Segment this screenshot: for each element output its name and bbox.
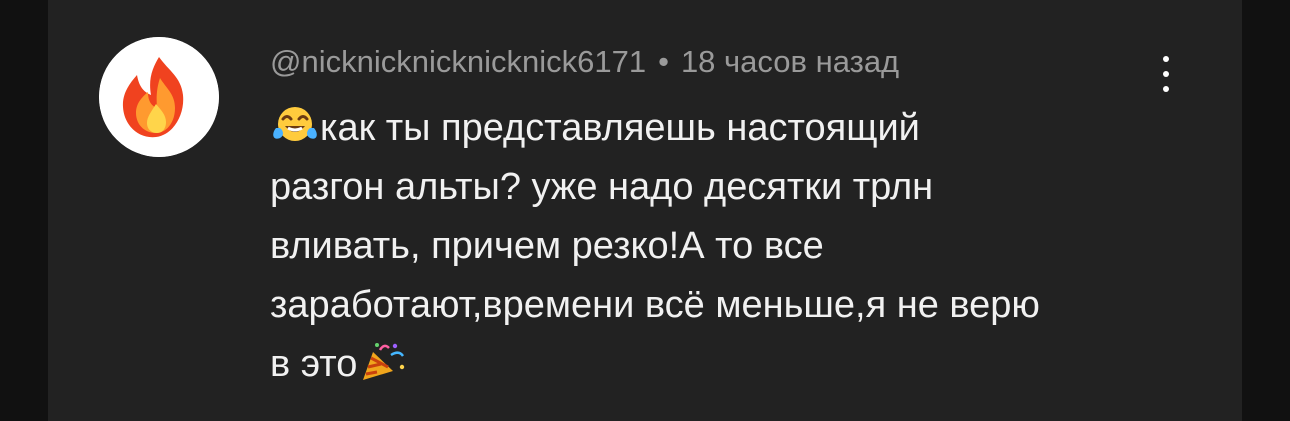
avatar[interactable] — [99, 37, 219, 157]
more-vertical-icon — [1163, 86, 1169, 92]
comment-line: заработают,времени всё меньше,я не верю — [270, 284, 1040, 326]
comment-line-text: в это — [270, 343, 358, 385]
comment-line: как ты представляешь настоящий — [270, 99, 1170, 158]
comment-line: в это — [270, 335, 1170, 394]
comment-line: разгон альты? уже надо десятки трлн — [270, 166, 934, 208]
more-vertical-icon — [1163, 71, 1169, 77]
comment-meta: @nicknicknicknicknick6171 • 18 часов наз… — [270, 40, 899, 84]
comment-time: 18 часов назад — [680, 44, 900, 79]
comment-line-text: как ты представляешь настоящий — [320, 107, 920, 149]
comment-text: как ты представляешь настоящий разгон ал… — [270, 99, 1170, 394]
laughing-tears-emoji-icon — [270, 104, 320, 146]
party-popper-emoji-icon — [357, 340, 407, 382]
author-name[interactable]: @nicknicknicknicknick6171 — [270, 44, 646, 80]
more-options-button[interactable] — [1148, 52, 1182, 96]
more-vertical-icon — [1163, 56, 1169, 62]
comment-line: вливать, причем резко!А то все — [270, 225, 824, 267]
meta-separator: • — [658, 44, 669, 79]
fire-icon — [99, 37, 219, 157]
